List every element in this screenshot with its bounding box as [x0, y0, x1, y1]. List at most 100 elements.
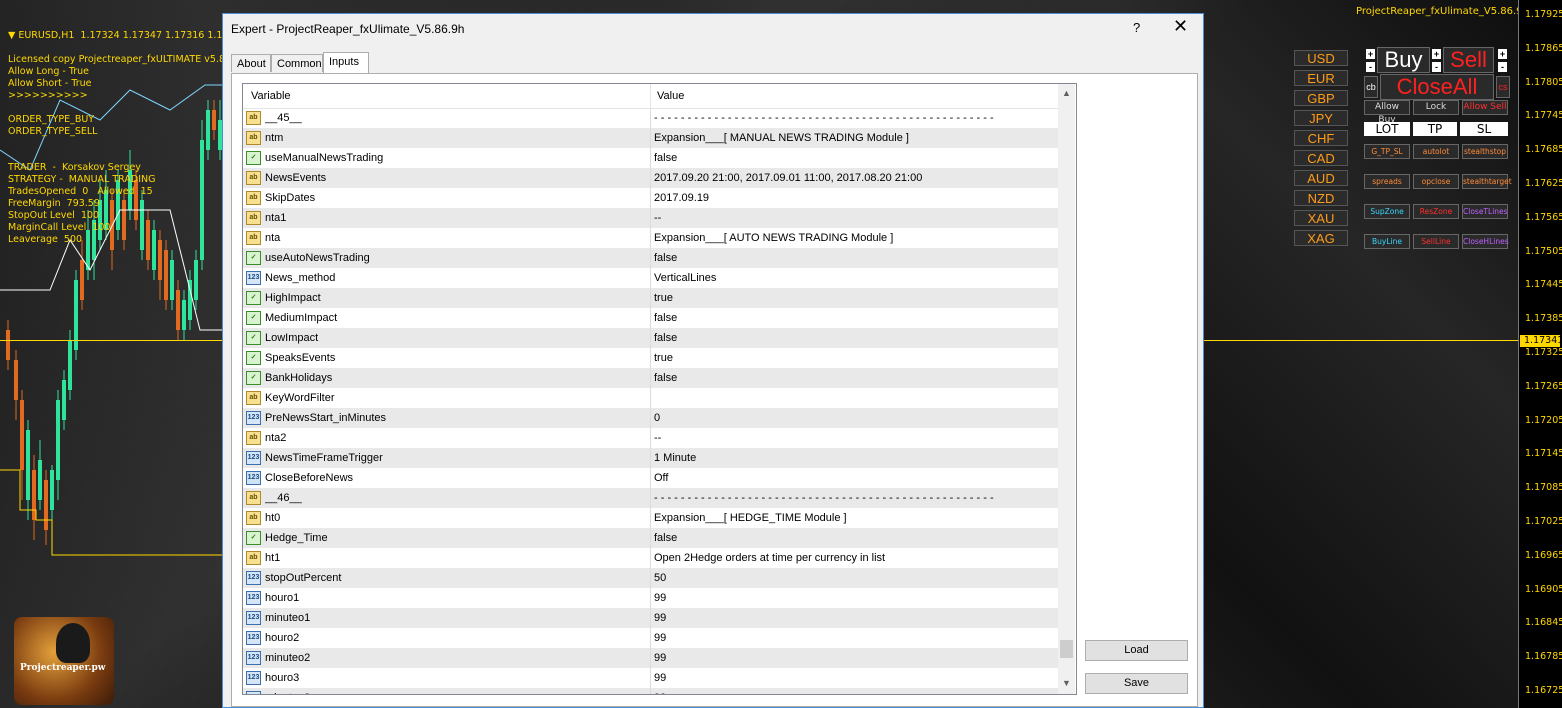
price-axis[interactable]: 1.17341 1.17925 1.17865 1.17805 1.17745 1.17…: [1518, 0, 1562, 708]
closetlines-button[interactable]: CloseTLines: [1462, 204, 1508, 219]
variable-value[interactable]: false: [654, 152, 1054, 164]
supzone-button[interactable]: SupZone: [1364, 204, 1410, 219]
close-buy-button[interactable]: cb: [1364, 76, 1378, 98]
variable-value[interactable]: false: [654, 312, 1054, 324]
input-row[interactable]: ab nta1 --: [243, 208, 1058, 228]
variable-value[interactable]: false: [654, 532, 1054, 544]
currency-button-aud[interactable]: AUD: [1294, 170, 1348, 186]
buyline-button[interactable]: BuyLine: [1364, 234, 1410, 249]
currency-button-chf[interactable]: CHF: [1294, 130, 1348, 146]
load-button[interactable]: Load: [1085, 640, 1188, 661]
tab-about[interactable]: About: [231, 54, 271, 72]
input-row[interactable]: 123 minuteo3 99: [243, 688, 1058, 694]
input-row[interactable]: 123 News_method VerticalLines: [243, 268, 1058, 288]
tab-common[interactable]: Common: [271, 54, 323, 72]
variable-value[interactable]: --: [654, 432, 1054, 444]
spreads-button[interactable]: spreads: [1364, 174, 1410, 189]
variable-value[interactable]: false: [654, 332, 1054, 344]
input-row[interactable]: 123 houro3 99: [243, 668, 1058, 688]
variable-value[interactable]: VerticalLines: [654, 272, 1054, 284]
currency-button-gbp[interactable]: GBP: [1294, 90, 1348, 106]
stealthtarget-button[interactable]: stealthtarget: [1462, 174, 1512, 189]
currency-button-xag[interactable]: XAG: [1294, 230, 1348, 246]
input-row[interactable]: ✓ useAutoNewsTrading false: [243, 248, 1058, 268]
column-header-value[interactable]: Value: [657, 90, 684, 102]
variable-value[interactable]: true: [654, 352, 1054, 364]
currency-button-jpy[interactable]: JPY: [1294, 110, 1348, 126]
currency-button-xau[interactable]: XAU: [1294, 210, 1348, 226]
variable-value[interactable]: - - - - - - - - - - - - - - - - - - - - …: [654, 492, 1054, 504]
input-row[interactable]: ab nta2 --: [243, 428, 1058, 448]
close-sell-button[interactable]: cs: [1496, 76, 1510, 98]
variable-value[interactable]: 50: [654, 572, 1054, 584]
buy-button[interactable]: Buy: [1377, 47, 1430, 73]
variable-value[interactable]: true: [654, 292, 1054, 304]
currency-button-nzd[interactable]: NZD: [1294, 190, 1348, 206]
variable-value[interactable]: - - - - - - - - - - - - - - - - - - - - …: [654, 112, 1054, 124]
input-row[interactable]: ab nta Expansion___[ AUTO NEWS TRADING Mod…: [243, 228, 1058, 248]
input-row[interactable]: ab __45__ - - - - - - - - - - - - - - - - …: [243, 108, 1058, 128]
variable-value[interactable]: Expansion___[ MANUAL NEWS TRADING Module…: [654, 132, 1054, 144]
input-row[interactable]: 123 PreNewsStart_inMinutes 0: [243, 408, 1058, 428]
variable-value[interactable]: 99: [654, 592, 1054, 604]
sell-minus-button[interactable]: -: [1432, 62, 1441, 72]
variable-value[interactable]: 1 Minute: [654, 452, 1054, 464]
variable-value[interactable]: 0: [654, 412, 1054, 424]
sell-button[interactable]: Sell: [1443, 47, 1494, 73]
opclose-button[interactable]: opclose: [1413, 174, 1459, 189]
help-button[interactable]: ?: [1133, 20, 1140, 35]
variable-value[interactable]: 2017.09.20 21:00, 2017.09.01 11:00, 2017…: [654, 172, 1054, 184]
vertical-scrollbar[interactable]: ▲ ▼: [1058, 84, 1075, 694]
input-row[interactable]: ✓ LowImpact false: [243, 328, 1058, 348]
close-all-button[interactable]: CloseAll: [1380, 74, 1494, 100]
input-row[interactable]: 123 CloseBeforeNews Off: [243, 468, 1058, 488]
stealthstop-button[interactable]: stealthstop: [1462, 144, 1508, 159]
input-row[interactable]: ab __46__ - - - - - - - - - - - - - - - - …: [243, 488, 1058, 508]
column-separator[interactable]: [650, 84, 651, 108]
column-header-variable[interactable]: Variable: [251, 90, 291, 102]
variable-value[interactable]: 99: [654, 612, 1054, 624]
sell-plus-button[interactable]: +: [1432, 49, 1441, 59]
scroll-down-icon[interactable]: ▼: [1062, 678, 1071, 688]
buy-minus-button[interactable]: -: [1366, 62, 1375, 72]
input-row[interactable]: ✓ Hedge_Time false: [243, 528, 1058, 548]
sl-field[interactable]: SL: [1460, 122, 1508, 136]
currency-button-eur[interactable]: EUR: [1294, 70, 1348, 86]
input-row[interactable]: ab SkipDates 2017.09.19: [243, 188, 1058, 208]
tab-inputs[interactable]: Inputs: [323, 52, 369, 73]
close-icon[interactable]: ✕: [1173, 16, 1188, 37]
input-row[interactable]: 123 houro1 99: [243, 588, 1058, 608]
input-row[interactable]: 123 minuteo2 99: [243, 648, 1058, 668]
scroll-thumb[interactable]: [1060, 640, 1073, 658]
lot-field[interactable]: LOT: [1364, 122, 1410, 136]
tp-field[interactable]: TP: [1413, 122, 1457, 136]
variable-value[interactable]: 99: [654, 632, 1054, 644]
right-minus-button[interactable]: -: [1498, 62, 1507, 72]
closehlines-button[interactable]: CloseHLines: [1462, 234, 1509, 249]
allow-sell-button[interactable]: Allow Sell: [1462, 100, 1508, 115]
currency-button-cad[interactable]: CAD: [1294, 150, 1348, 166]
input-row[interactable]: 123 houro2 99: [243, 628, 1058, 648]
allow-buy-button[interactable]: Allow Buy: [1364, 100, 1410, 125]
autolot-button[interactable]: autolot: [1413, 144, 1459, 159]
scroll-up-icon[interactable]: ▲: [1062, 88, 1071, 98]
variable-value[interactable]: Off: [654, 472, 1054, 484]
input-row[interactable]: ab NewsEvents 2017.09.20 21:00, 2017.09.01…: [243, 168, 1058, 188]
input-row[interactable]: ab ntm Expansion___[ MANUAL NEWS TRADING M…: [243, 128, 1058, 148]
currency-button-usd[interactable]: USD: [1294, 50, 1348, 66]
input-row[interactable]: ab KeyWordFilter: [243, 388, 1058, 408]
variable-value[interactable]: Open 2Hedge orders at time per currency …: [654, 552, 1054, 564]
g-tp-sl-button[interactable]: G_TP_SL: [1364, 144, 1410, 159]
lock-button[interactable]: Lock: [1413, 100, 1459, 115]
input-row[interactable]: 123 NewsTimeFrameTrigger 1 Minute: [243, 448, 1058, 468]
save-button[interactable]: Save: [1085, 673, 1188, 694]
right-plus-button[interactable]: +: [1498, 49, 1507, 59]
input-row[interactable]: ab ht0 Expansion___[ HEDGE_TIME Module ]: [243, 508, 1058, 528]
variable-value[interactable]: 99: [654, 652, 1054, 664]
variable-value[interactable]: 99: [654, 672, 1054, 684]
variable-value[interactable]: 99: [654, 692, 1054, 694]
input-row[interactable]: ✓ useManualNewsTrading false: [243, 148, 1058, 168]
variable-value[interactable]: --: [654, 212, 1054, 224]
sellline-button[interactable]: SellLine: [1413, 234, 1459, 249]
input-row[interactable]: ✓ SpeaksEvents true: [243, 348, 1058, 368]
